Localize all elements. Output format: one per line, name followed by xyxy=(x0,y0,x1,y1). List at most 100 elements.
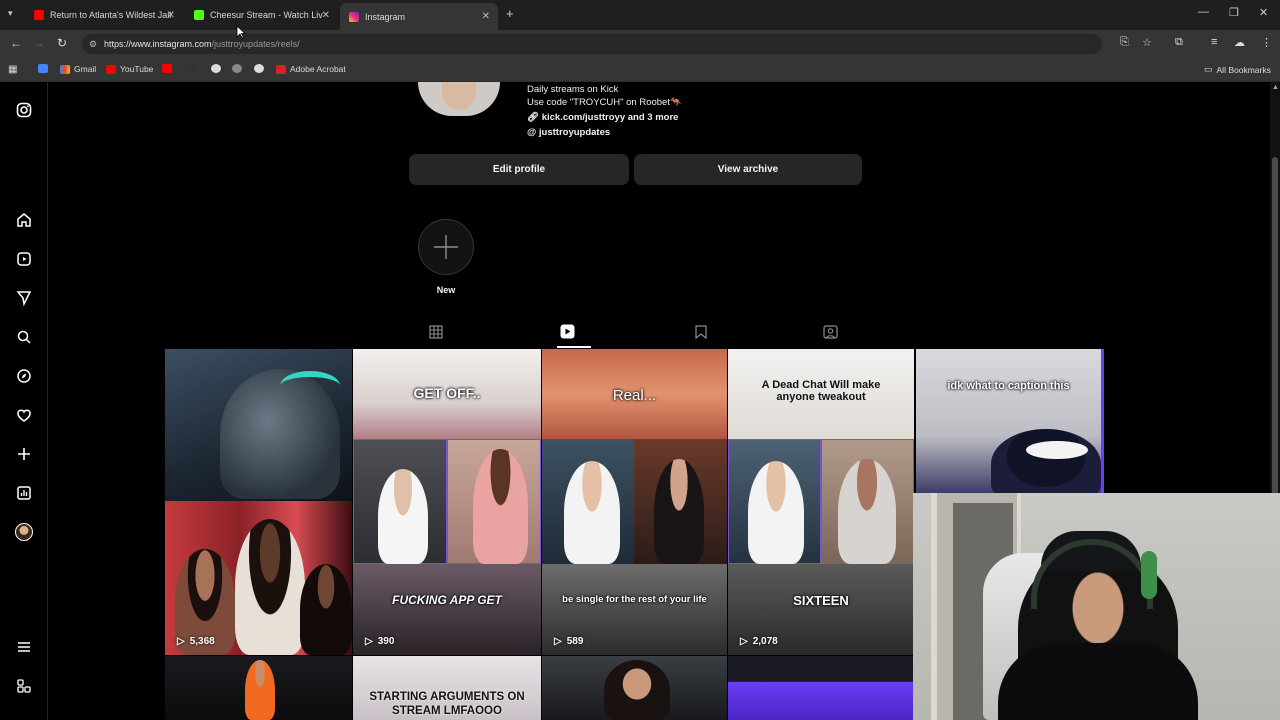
url-input[interactable]: ⚙ https://www.instagram.com/justtroyupda… xyxy=(82,34,1102,54)
reel-caption: A Dead Chat Will make anyone tweakout xyxy=(761,379,881,403)
tab-search-icon[interactable]: ▾ xyxy=(8,8,13,19)
restore-icon[interactable]: ❐ xyxy=(1229,6,1239,19)
webcam-overlay xyxy=(913,493,1280,720)
tab-tagged[interactable] xyxy=(823,325,838,344)
direct-messages-icon[interactable] xyxy=(14,288,34,308)
play-icon: ▷ xyxy=(365,636,373,647)
instagram-logo-icon[interactable] xyxy=(14,100,34,120)
play-icon: ▷ xyxy=(177,636,185,647)
more-menu-icon[interactable] xyxy=(14,637,34,657)
globe-bookmark-icon[interactable] xyxy=(232,64,242,73)
link-icon: 🔗︎ xyxy=(527,112,540,123)
reel-tile[interactable]: ▷ 5,368 xyxy=(165,349,352,655)
docs-bookmark-icon[interactable] xyxy=(38,64,48,73)
explore-icon[interactable] xyxy=(14,366,34,386)
profile-avatar-icon[interactable] xyxy=(14,522,34,542)
bookmark-gmail[interactable]: Gmail xyxy=(60,64,96,74)
tab-saved[interactable] xyxy=(695,325,707,344)
youtube-icon xyxy=(34,10,44,20)
bookmark-icon xyxy=(695,325,707,340)
url-path: /justtroyupdates/reels/ xyxy=(211,39,300,49)
tab-kick[interactable]: Cheesur Stream - Watch Liv ✕ xyxy=(185,4,338,26)
gmail-icon xyxy=(60,64,70,74)
threads-link[interactable]: @ justtroyupdates xyxy=(527,127,610,138)
bookmark-star-icon[interactable]: ☆ xyxy=(1142,36,1152,49)
youtube-icon xyxy=(106,64,116,74)
forward-icon[interactable]: → xyxy=(33,36,45,50)
tab-title: Cheesur Stream - Watch Liv xyxy=(210,10,323,20)
close-icon[interactable]: ✕ xyxy=(322,10,330,21)
tab-reels[interactable] xyxy=(557,318,591,348)
new-highlight-label: New xyxy=(436,285,456,295)
reel-caption: idk what to caption this xyxy=(947,380,1070,392)
edit-profile-button[interactable]: Edit profile xyxy=(409,154,629,185)
tab-instagram[interactable]: Instagram ✕ xyxy=(340,3,498,30)
also-from-meta-icon[interactable] xyxy=(14,676,34,696)
view-count: ▷ 390 xyxy=(365,636,395,647)
folder-icon: ▭ xyxy=(1204,64,1213,74)
reel-tile[interactable] xyxy=(165,656,352,720)
media-controls-icon[interactable]: ≡ xyxy=(1211,36,1217,48)
extensions-icon[interactable]: ⧉ xyxy=(1175,36,1183,49)
search-icon[interactable] xyxy=(14,327,34,347)
dashboard-icon[interactable] xyxy=(14,483,34,503)
menu-kebab-icon[interactable]: ⋮ xyxy=(1261,36,1272,49)
profile-tabs xyxy=(409,318,862,348)
back-icon[interactable]: ← xyxy=(10,36,22,50)
reels-icon xyxy=(560,324,575,339)
reel-tile[interactable]: Real... be single for the rest of your l… xyxy=(542,349,727,655)
scrollbar-thumb[interactable] xyxy=(1272,157,1278,512)
new-highlight-button[interactable] xyxy=(418,219,474,275)
close-icon[interactable]: ✕ xyxy=(167,10,175,21)
bookmarks-bar: ▦ Gmail YouTube Adobe Acrobat ▭ All Book… xyxy=(0,58,1280,82)
reel-tile[interactable]: STARTING ARGUMENTS ON STREAM LMFAOOO xyxy=(353,656,541,720)
new-tab-icon[interactable]: + xyxy=(506,6,514,21)
view-count: ▷ 2,078 xyxy=(740,636,778,647)
green-headset-glow xyxy=(280,371,340,401)
home-icon[interactable] xyxy=(14,210,34,230)
notifications-heart-icon[interactable] xyxy=(14,405,34,425)
youtube-studio-bookmark-icon[interactable] xyxy=(162,64,172,73)
kick-icon xyxy=(194,10,204,20)
view-count: ▷ 5,368 xyxy=(177,636,215,647)
bookmark-adobe-acrobat[interactable]: Adobe Acrobat xyxy=(276,64,346,74)
tab-youtube[interactable]: Return to Atlanta's Wildest Jail ✕ xyxy=(25,4,183,26)
close-icon[interactable]: ✕ xyxy=(482,11,490,22)
create-plus-icon[interactable] xyxy=(14,444,34,464)
reel-caption: GET OFF.. xyxy=(413,385,481,401)
reel-tile[interactable] xyxy=(728,656,914,720)
profile-avatar[interactable] xyxy=(418,82,500,116)
acrobat-icon xyxy=(276,64,286,74)
apps-grid-icon[interactable]: ▦ xyxy=(8,64,17,75)
install-app-icon[interactable]: ⎘ xyxy=(1120,36,1129,49)
scroll-up-icon[interactable]: ▲ xyxy=(1272,84,1279,91)
profile-cloud-icon[interactable]: ☁ xyxy=(1234,36,1245,49)
minimize-icon[interactable]: — xyxy=(1198,6,1209,18)
google-bookmark-icon[interactable] xyxy=(211,64,221,73)
tagged-person-icon xyxy=(823,325,838,339)
play-icon: ▷ xyxy=(740,636,748,647)
window-close-icon[interactable]: ✕ xyxy=(1259,6,1268,19)
bio-link[interactable]: 🔗︎ kick.com/justtroyy and 3 more xyxy=(527,112,678,123)
browser-tab-bar: ▾ Return to Atlanta's Wildest Jail ✕ Che… xyxy=(0,0,1280,30)
black-hoodie xyxy=(998,643,1198,720)
reel-tile[interactable]: A Dead Chat Will make anyone tweakout SI… xyxy=(728,349,914,655)
reel-tile[interactable]: GET OFF.. FUCKING APP GET ▷ 390 xyxy=(353,349,541,655)
reel-tile[interactable]: idk what to caption this xyxy=(916,349,1104,494)
bookmark-youtube[interactable]: YouTube xyxy=(106,64,153,74)
view-archive-button[interactable]: View archive xyxy=(634,154,862,185)
site-info-icon[interactable]: ⚙ xyxy=(89,34,97,54)
reels-icon[interactable] xyxy=(14,249,34,269)
bio-link-text: kick.com/justtroyy and 3 more xyxy=(541,112,679,123)
play-icon: ▷ xyxy=(554,636,562,647)
reel-caption: be single for the rest of your life xyxy=(562,594,707,605)
blank-bookmark-icon[interactable] xyxy=(184,64,194,73)
reload-icon[interactable]: ↻ xyxy=(57,36,67,50)
all-bookmarks-folder[interactable]: ▭ All Bookmarks xyxy=(1204,64,1271,75)
reel-tile[interactable] xyxy=(542,656,727,720)
all-bookmarks-label: All Bookmarks xyxy=(1216,64,1271,75)
reel-caption: SIXTEEN xyxy=(793,593,849,608)
google-bookmark-icon[interactable] xyxy=(254,64,264,73)
tab-posts-grid[interactable] xyxy=(429,325,443,344)
instagram-icon xyxy=(349,11,359,22)
